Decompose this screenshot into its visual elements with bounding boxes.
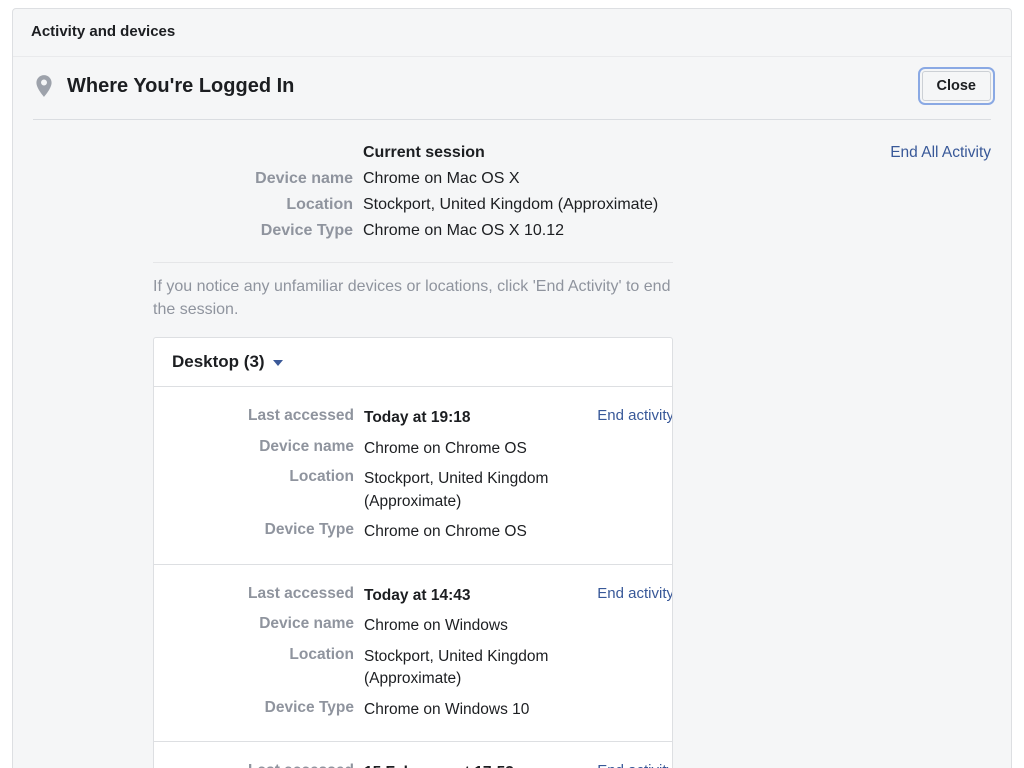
label-device-name: Device name bbox=[153, 166, 353, 192]
device-name: Chrome on Chrome OS bbox=[364, 434, 554, 464]
panel-title: Activity and devices bbox=[31, 23, 175, 40]
close-button[interactable]: Close bbox=[922, 71, 992, 101]
device-last-accessed: 15 February at 17:53 bbox=[364, 758, 554, 768]
current-device-type: Chrome on Mac OS X 10.12 bbox=[363, 218, 861, 244]
current-location: Stockport, United Kingdom (Approximate) bbox=[363, 192, 991, 218]
devices-card-head[interactable]: Desktop (3) bbox=[154, 338, 672, 387]
label-device-name: Device name bbox=[154, 611, 354, 641]
section-head: Where You're Logged In Close bbox=[33, 71, 991, 120]
end-all-activity-link[interactable]: End All Activity bbox=[871, 140, 991, 166]
label-last-accessed: Last accessed bbox=[154, 581, 354, 611]
label-last-accessed: Last accessed bbox=[154, 403, 354, 433]
end-activity-link[interactable]: End activity bbox=[564, 758, 673, 768]
device-last-accessed: Today at 14:43 bbox=[364, 581, 554, 611]
devices-group-heading: Desktop (3) bbox=[172, 352, 265, 372]
label-last-accessed: Last accessed bbox=[154, 758, 354, 768]
device-location: Stockport, United Kingdom (Approximate) bbox=[364, 642, 554, 695]
label-location: Location bbox=[154, 642, 354, 695]
section-content: Current session End All Activity Device … bbox=[33, 140, 991, 768]
divider bbox=[153, 262, 673, 263]
device-entry: Last accessed 15 February at 17:53 End a… bbox=[154, 742, 672, 768]
device-type: Chrome on Chrome OS bbox=[364, 517, 554, 547]
device-entry: Last accessed Today at 19:18 End activit… bbox=[154, 387, 672, 564]
label-location: Location bbox=[153, 192, 353, 218]
label-device-type: Device Type bbox=[154, 695, 354, 725]
current-device-name: Chrome on Mac OS X bbox=[363, 166, 861, 192]
devices-card: Desktop (3) Last accessed Today at 19:18… bbox=[153, 337, 673, 768]
label-device-name: Device name bbox=[154, 434, 354, 464]
settings-panel: Activity and devices Where You're Logged… bbox=[12, 8, 1012, 768]
device-last-accessed: Today at 19:18 bbox=[364, 403, 554, 433]
current-session-heading: Current session bbox=[363, 140, 861, 166]
device-type: Chrome on Windows 10 bbox=[364, 695, 554, 725]
device-entry: Last accessed Today at 14:43 End activit… bbox=[154, 565, 672, 742]
end-activity-link[interactable]: End activity bbox=[564, 403, 673, 433]
unfamiliar-hint: If you notice any unfamiliar devices or … bbox=[153, 275, 673, 321]
panel-header: Activity and devices bbox=[13, 9, 1011, 57]
section-title: Where You're Logged In bbox=[67, 75, 922, 98]
caret-down-icon bbox=[273, 360, 283, 366]
current-session-block: Current session End All Activity Device … bbox=[153, 140, 991, 244]
label-device-type: Device Type bbox=[153, 218, 353, 244]
device-name: Chrome on Windows bbox=[364, 611, 554, 641]
location-pin-icon bbox=[31, 73, 57, 99]
end-activity-link[interactable]: End activity bbox=[564, 581, 673, 611]
device-location: Stockport, United Kingdom (Approximate) bbox=[364, 464, 554, 517]
label-location: Location bbox=[154, 464, 354, 517]
logged-in-section: Where You're Logged In Close Current ses… bbox=[13, 57, 1011, 768]
label-device-type: Device Type bbox=[154, 517, 354, 547]
